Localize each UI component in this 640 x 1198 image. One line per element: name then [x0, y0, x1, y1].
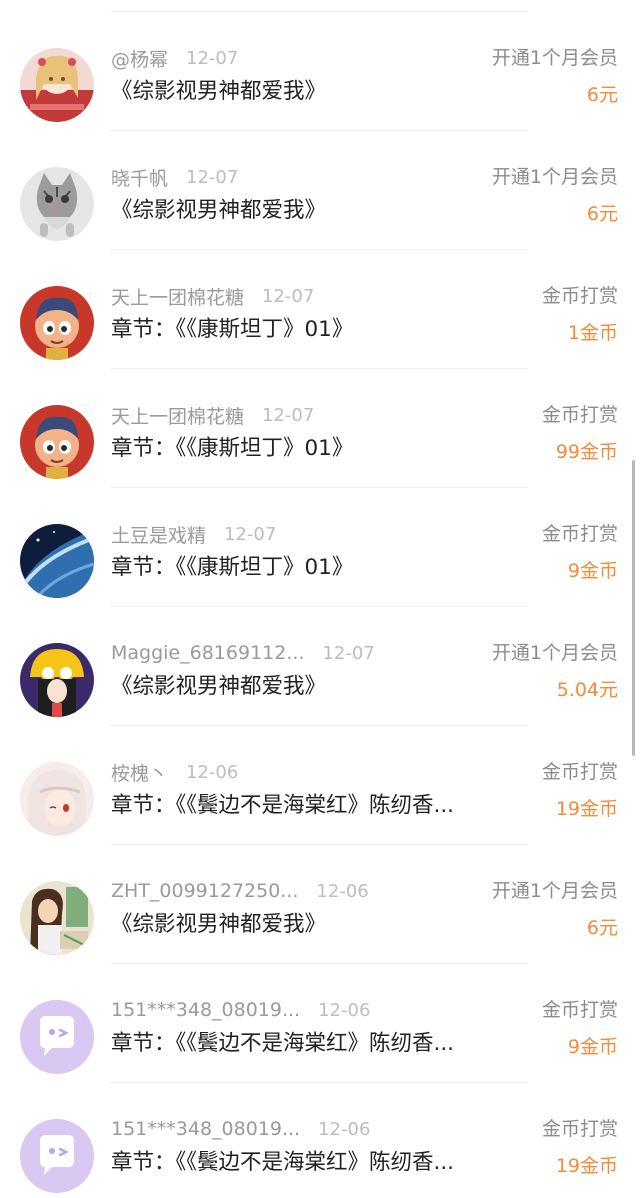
record-title: 章节：《《康斯坦丁》01》 — [111, 317, 354, 342]
anime-girl-avatar-icon — [20, 762, 94, 836]
record-title: 章节：《《康斯坦丁》01》 — [111, 555, 354, 580]
record-title: 《综影视男神都爱我》 — [111, 912, 327, 937]
date: 12-06 — [186, 761, 239, 783]
date: 12-06 — [318, 1118, 371, 1140]
earth-horizon-avatar-icon — [20, 524, 94, 598]
record-type: 金币打赏 — [541, 285, 618, 307]
record-amount: 1金币 — [567, 322, 618, 344]
record-row[interactable]: 天上一团棉花糖 12-07 章节：《《康斯坦丁》01》 金币打赏 1金币 — [0, 250, 640, 369]
record-type: 金币打赏 — [541, 999, 618, 1021]
record-title: 章节：《《鬓边不是海棠红》陈纫香... — [111, 1150, 455, 1175]
record-title: 《综影视男神都爱我》 — [111, 198, 327, 223]
avatar[interactable] — [20, 167, 94, 241]
avatar[interactable] — [20, 881, 94, 955]
username[interactable]: ZHT_0099127250... — [111, 880, 298, 902]
record-type: 开通1个月会员 — [491, 880, 618, 902]
date: 12-07 — [186, 47, 239, 69]
avatar[interactable] — [20, 524, 94, 598]
avatar[interactable] — [20, 405, 94, 479]
record-row[interactable]: ZHT_0099127250... 12-06 《综影视男神都爱我》 开通1个月… — [0, 845, 640, 964]
record-type: 金币打赏 — [541, 1118, 618, 1140]
username[interactable]: 天上一团棉花糖 — [111, 283, 244, 310]
record-amount: 19金币 — [555, 798, 618, 820]
username[interactable]: 151***348_08019... — [111, 1118, 300, 1140]
record-amount: 6元 — [586, 84, 618, 106]
avatar[interactable] — [20, 286, 94, 360]
record-meta: ZHT_0099127250... 12-06 — [111, 878, 369, 904]
record-amount: 19金币 — [555, 1155, 618, 1177]
username[interactable]: 土豆是戏精 — [111, 521, 206, 548]
username[interactable]: 天上一团棉花糖 — [111, 402, 244, 429]
record-amount: 6元 — [586, 203, 618, 225]
record-amount: 9金币 — [567, 560, 618, 582]
username[interactable]: 桉槐丶 — [111, 759, 168, 786]
record-row[interactable]: @杨幂 12-07 《综影视男神都爱我》 开通1个月会员 6元 — [0, 12, 640, 131]
girl-yellow-hat-avatar-icon — [20, 643, 94, 717]
anime-girl-avatar-icon — [20, 48, 94, 122]
date: 12-06 — [316, 880, 369, 902]
record-meta: 天上一团棉花糖 12-07 — [111, 402, 314, 428]
record-amount: 5.04元 — [556, 679, 618, 701]
username[interactable]: 151***348_08019... — [111, 999, 300, 1021]
record-title: 章节：《《鬓边不是海棠红》陈纫香... — [111, 1031, 455, 1056]
date: 12-07 — [262, 404, 315, 426]
record-row[interactable]: 天上一团棉花糖 12-07 章节：《《康斯坦丁》01》 金币打赏 99金币 — [0, 369, 640, 488]
record-meta: 天上一团棉花糖 12-07 — [111, 283, 314, 309]
kitten-avatar-icon — [20, 167, 94, 241]
record-meta: 土豆是戏精 12-07 — [111, 521, 276, 547]
avatar[interactable] — [20, 762, 94, 836]
username[interactable]: 晓千帆 — [111, 164, 168, 191]
record-amount: 6元 — [586, 917, 618, 939]
record-title: 章节：《《康斯坦丁》01》 — [111, 436, 354, 461]
date: 12-07 — [186, 166, 239, 188]
record-row[interactable]: Maggie_68169112... 12-07 《综影视男神都爱我》 开通1个… — [0, 607, 640, 726]
record-meta: 151***348_08019... 12-06 — [111, 997, 370, 1023]
record-row[interactable]: 桉槐丶 12-06 章节：《《鬓边不是海棠红》陈纫香... 金币打赏 19金币 — [0, 726, 640, 845]
record-type: 开通1个月会员 — [491, 47, 618, 69]
avatar[interactable] — [20, 1119, 94, 1193]
record-meta: 151***348_08019... 12-06 — [111, 1116, 370, 1142]
record-meta: 晓千帆 12-07 — [111, 164, 238, 190]
record-meta: @杨幂 12-07 — [111, 45, 238, 71]
date: 12-07 — [224, 523, 277, 545]
record-row[interactable]: 151***348_08019... 12-06 章节：《《鬓边不是海棠红》陈纫… — [0, 964, 640, 1083]
record-title: 《综影视男神都爱我》 — [111, 674, 327, 699]
record-row[interactable]: 晓千帆 12-07 《综影视男神都爱我》 开通1个月会员 6元 — [0, 131, 640, 250]
avatar[interactable] — [20, 48, 94, 122]
avatar[interactable] — [20, 1000, 94, 1074]
date: 12-06 — [318, 999, 371, 1021]
record-row[interactable]: 151***348_08019... 12-06 章节：《《鬓边不是海棠红》陈纫… — [0, 1083, 640, 1198]
date: 12-07 — [322, 642, 375, 664]
default-chat-avatar-icon — [20, 1000, 94, 1074]
cartoon-boy-avatar-icon — [20, 405, 94, 479]
record-amount: 99金币 — [555, 441, 618, 463]
record-type: 金币打赏 — [541, 523, 618, 545]
username[interactable]: @杨幂 — [111, 45, 168, 72]
record-type: 开通1个月会员 — [491, 642, 618, 664]
record-type: 金币打赏 — [541, 404, 618, 426]
record-type: 开通1个月会员 — [491, 166, 618, 188]
default-chat-avatar-icon — [20, 1119, 94, 1193]
date: 12-07 — [262, 285, 315, 307]
avatar[interactable] — [20, 643, 94, 717]
username[interactable]: Maggie_68169112... — [111, 642, 304, 664]
girl-painting-avatar-icon — [20, 881, 94, 955]
scrollbar[interactable] — [632, 460, 635, 756]
record-title: 章节：《《鬓边不是海棠红》陈纫香... — [111, 793, 455, 818]
cartoon-boy-avatar-icon — [20, 286, 94, 360]
record-meta: 桉槐丶 12-06 — [111, 759, 238, 785]
record-title: 《综影视男神都爱我》 — [111, 79, 327, 104]
record-type: 金币打赏 — [541, 761, 618, 783]
record-meta: Maggie_68169112... 12-07 — [111, 640, 375, 666]
record-amount: 9金币 — [567, 1036, 618, 1058]
record-row[interactable]: 土豆是戏精 12-07 章节：《《康斯坦丁》01》 金币打赏 9金币 — [0, 488, 640, 607]
